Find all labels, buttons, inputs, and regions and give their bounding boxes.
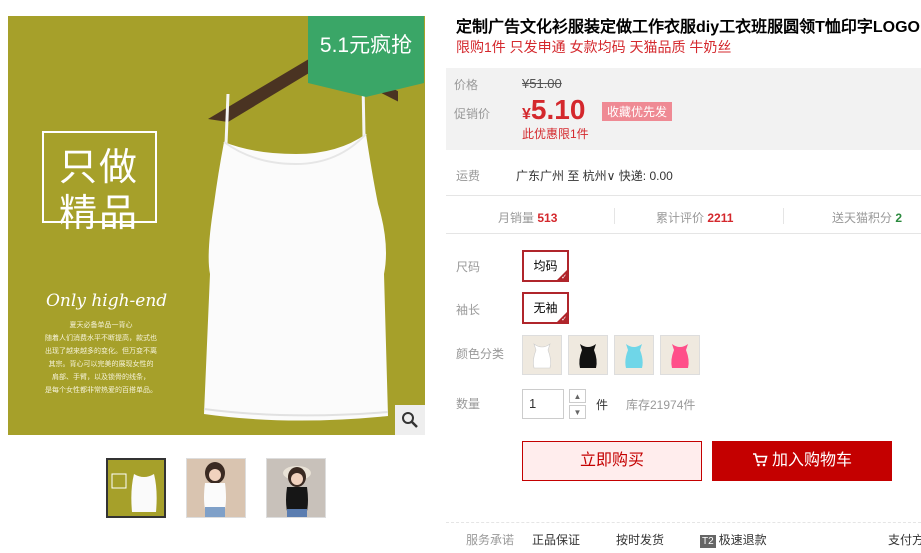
service-label: 服务承诺 [466,533,515,547]
buy-now-button[interactable]: 立即购买 [522,441,702,481]
promo-price: ¥5.10 [522,94,585,126]
quantity-label: 数量 [456,397,481,411]
review-count-value: 2211 [707,211,734,225]
shipping-label: 运费 [456,169,481,183]
add-to-cart-label: 加入购物车 [771,452,852,469]
chevron-up-icon: ▲ [573,391,582,401]
monthly-sales-value: 513 [537,211,558,225]
english-tagline: Only high-end [46,291,168,311]
price-panel: 价格 ¥51.00 促销价 ¥5.10 收藏优先发 此优惠限1件 [446,68,921,150]
magnifier-icon [402,412,418,428]
promo-price-value: 5.10 [530,94,586,125]
quantity-unit: 件 [596,398,609,412]
divider [614,208,615,224]
color-label: 颜色分类 [456,347,505,361]
main-product-image[interactable]: 5.1元疯抢 只做 精品 Only high-end 夏天必备单品一背心 随着人… [8,16,425,435]
monthly-sales: 月销量 513 [498,209,557,226]
thumbnail-image [108,460,164,516]
size-option[interactable]: 均码 ✓ [522,250,569,282]
review-count[interactable]: 累计评价 2211 [656,209,733,226]
original-price-label: 价格 [454,78,479,92]
product-title: 定制广告文化衫服装定做工作衣服diy工衣班服圆领T恤印字LOGO [456,19,921,36]
add-to-cart-button[interactable]: 加入购物车 [712,441,892,481]
service-item-label: 极速退款 [718,533,767,547]
thumbnail-2[interactable] [186,458,246,518]
promo-limit: 此优惠限1件 [522,127,589,141]
desc-line: 其宗。背心可以完美的展现女性的 [48,361,154,368]
original-price: ¥51.00 [522,76,562,91]
quantity-decrease-button[interactable]: ▼ [569,405,586,419]
desc-line: 出现了越来越多的变化。但万变不离 [45,348,157,355]
zoom-button[interactable] [395,405,425,435]
service-item[interactable]: 支付方 [888,531,921,548]
slogan: 只做 精品 [44,144,154,236]
color-swatch-white[interactable] [522,335,562,375]
shipping-destination[interactable]: 广东广州 至 杭州∨ 快递: 0.00 [516,167,673,184]
t2-badge: T2 [700,535,716,548]
size-option-label: 均码 [533,259,558,273]
tmall-points-value: 2 [895,211,903,225]
color-swatch-black[interactable] [568,335,608,375]
thumbnail-3[interactable] [266,458,326,518]
color-swatch-pink[interactable] [660,335,700,375]
cart-icon [752,453,768,467]
thumbnail-1[interactable] [106,458,166,518]
tmall-points-label: 送天猫积分 [832,211,893,225]
quantity-input[interactable]: 1 [522,389,564,419]
review-count-label: 累计评价 [656,211,705,225]
shipping-row: 运费 广东广州 至 杭州∨ 快递: 0.00 [446,150,921,196]
check-icon: ✓ [561,274,567,281]
image-description: 夏天必备单品一背心 随着人们消费水平不断提高，款式也 出现了越来越多的变化。但万… [36,319,166,397]
slogan-line-2: 精品 [58,191,139,235]
sleeve-option-label: 无袖 [533,301,558,315]
stock-count: 库存21974件 [626,398,696,412]
service-item[interactable]: 正品保证 [532,531,580,548]
desc-line: 肩部、手臂，以及锁骨的线条， [52,374,150,381]
quantity-increase-button[interactable]: ▲ [569,389,586,403]
monthly-sales-label: 月销量 [498,211,535,225]
thumbnail-image [267,459,325,517]
service-row: 服务承诺 正品保证 按时发货 T2 极速退款 支付方 [446,522,921,553]
service-item-refund[interactable]: T2 极速退款 [700,531,767,548]
chevron-down-icon: ▼ [573,407,582,417]
size-label: 尺码 [456,260,481,274]
sleeve-option[interactable]: 无袖 ✓ [522,292,569,324]
tmall-points: 送天猫积分 2 [832,209,902,226]
desc-line: 夏天必备单品一背心 [69,322,133,329]
promo-tag: 5.1元疯抢 [308,16,424,97]
slogan-line-1: 只做 [58,145,139,189]
promo-price-label: 促销价 [454,107,491,121]
stats-row: 月销量 513 累计评价 2211 送天猫积分 2 [446,197,921,234]
desc-line: 随着人们消费水平不断提高，款式也 [45,335,157,342]
currency-symbol: ¥ [522,106,531,123]
thumbnail-image [187,459,245,517]
service-item[interactable]: 按时发货 [616,531,664,548]
camisole-thumb-icon [671,344,689,368]
product-subtitle: 限购1件 只发申通 女款均码 天猫品质 牛奶丝 [456,39,732,55]
sleeve-label: 袖长 [456,303,481,317]
camisole-thumb-icon [533,343,551,369]
divider [783,208,784,224]
camisole-thumb-icon [625,344,643,368]
favorite-badge[interactable]: 收藏优先发 [602,102,673,121]
check-icon: ✓ [561,316,567,323]
camisole-thumb-icon [579,344,597,368]
desc-line: 是每个女性都非常热爱的百搭单品。 [45,387,157,394]
color-swatch-blue[interactable] [614,335,654,375]
